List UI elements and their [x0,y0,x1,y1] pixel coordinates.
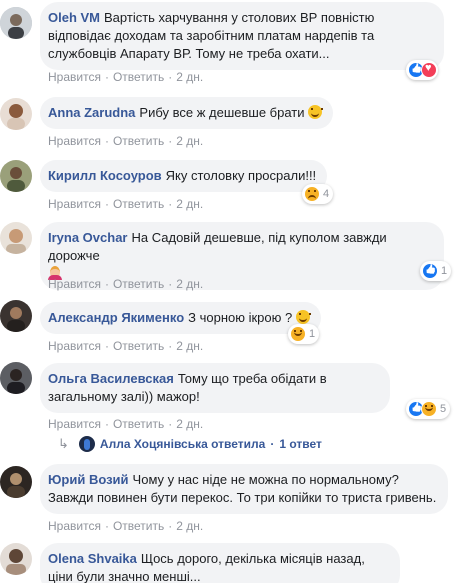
like-link[interactable]: Нравится [48,519,101,533]
comment-author[interactable]: Ольга Василевская [48,371,174,386]
user-photo-icon [0,466,32,498]
smile-emoji-icon [308,105,324,119]
comment-time[interactable]: 2 дн. [176,70,203,84]
user-photo-icon [0,362,32,394]
comment-text: З чорною ікрою ? [188,310,293,325]
user-photo-icon [0,300,32,332]
reactions[interactable]: 1 [288,324,320,344]
avatar[interactable] [0,300,32,332]
comment-actions: Нравится · Ответить · 2 дн. [48,339,204,353]
smile-emoji-icon [295,310,311,324]
reactions[interactable] [406,60,438,80]
comment-bubble: Ольга Василевская Тому що треба обідати в… [40,363,390,413]
reaction-count: 1 [309,328,316,340]
comment-bubble: Anna Zarudna Рибу все ж дешевше брати [40,97,334,129]
like-reaction-icon [422,263,438,279]
comment-actions: Нравится · Ответить · 2 дн. [48,277,204,291]
avatar[interactable] [0,362,32,394]
comment-bubble: Александр Якименко З чорною ікрою ? [40,302,321,334]
reply-author[interactable]: Алла Хоцянівська [100,436,208,452]
avatar[interactable] [0,222,32,254]
comment-author[interactable]: Юрий Возий [48,472,129,487]
reactions[interactable]: 4 [302,184,334,204]
user-photo-icon [0,160,32,192]
avatar[interactable] [0,543,32,575]
haha-reaction-icon [290,326,306,342]
reaction-count: 1 [441,265,448,277]
reaction-count: 5 [440,403,447,415]
reply-link[interactable]: Ответить [113,519,164,533]
like-link[interactable]: Нравится [48,339,101,353]
comment-text: Яку столовку просрали!!! [165,168,317,183]
comment-bubble: Oleh VM Вартість харчування у столових ВР… [40,2,444,70]
comment-actions: Нравится · Ответить · 2 дн. [48,197,204,211]
reactions[interactable]: 1 [420,261,452,281]
avatar[interactable] [0,98,32,130]
reply-link[interactable]: Ответить [113,134,164,148]
like-link[interactable]: Нравится [48,134,101,148]
comment-bubble: Olena Shvaika Щось дорого, декілька місяц… [40,543,400,583]
like-link[interactable]: Нравится [48,197,101,211]
user-photo-icon [0,98,32,130]
comment-actions: Нравится · Ответить · 2 дн. [48,519,204,533]
comment-actions: Нравится · Ответить · 2 дн. [48,134,204,148]
reply-link[interactable]: Ответить [113,197,164,211]
comment-author[interactable]: Anna Zarudna [48,105,135,120]
comment-time[interactable]: 2 дн. [176,417,203,431]
comment-bubble: Юрий Возий Чому у нас ніде не можна по но… [40,464,448,514]
comment-author[interactable]: Кирилл Косоуров [48,168,162,183]
reply-arrow-icon: ↳ [58,436,69,451]
haha-reaction-icon [421,401,437,417]
avatar [78,436,95,452]
like-link[interactable]: Нравится [48,417,101,431]
sad-reaction-icon [304,186,320,202]
comment-actions: Нравится · Ответить · 2 дн. [48,417,204,431]
comment-text: Рибу все ж дешевше брати [139,105,305,120]
like-link[interactable]: Нравится [48,70,101,84]
comment-time[interactable]: 2 дн. [176,277,203,291]
like-link[interactable]: Нравится [48,277,101,291]
comment-time[interactable]: 2 дн. [176,519,203,533]
comment-author[interactable]: Александр Якименко [48,310,184,325]
comment-time[interactable]: 2 дн. [176,134,203,148]
comment-author[interactable]: Olena Shvaika [48,551,137,566]
user-photo-icon [0,7,32,39]
reactions[interactable]: 5 [406,399,451,419]
love-reaction-icon [421,62,437,78]
reply-link[interactable]: Ответить [113,70,164,84]
avatar[interactable] [0,7,32,39]
reply-count[interactable]: 1 ответ [279,436,322,452]
comment-actions: Нравится · Ответить · 2 дн. [48,70,204,84]
reply-link[interactable]: Ответить [113,277,164,291]
reply-action: ответила [211,437,266,451]
reply-link[interactable]: Ответить [113,339,164,353]
reaction-count: 4 [323,188,330,200]
view-replies-link[interactable]: ↳ Алла Хоцянівська ответила · 1 ответ [58,436,322,452]
avatar[interactable] [0,466,32,498]
reply-link[interactable]: Ответить [113,417,164,431]
comment-author[interactable]: Oleh VM [48,10,100,25]
avatar[interactable] [0,160,32,192]
comment-bubble: Кирилл Косоуров Яку столовку просрали!!! [40,160,328,192]
comment-time[interactable]: 2 дн. [176,339,203,353]
user-photo-icon [0,222,32,254]
comment-author[interactable]: Iryna Ovchar [48,230,128,245]
user-photo-icon [0,543,32,575]
comment-time[interactable]: 2 дн. [176,197,203,211]
